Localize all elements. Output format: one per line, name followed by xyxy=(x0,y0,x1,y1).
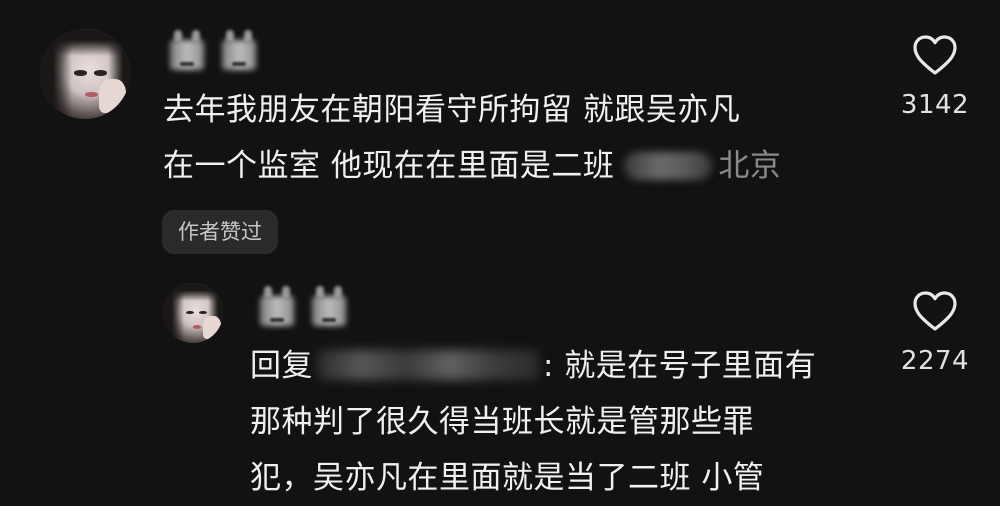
like-button[interactable]: 2274 xyxy=(890,290,980,376)
username-redacted[interactable] xyxy=(258,286,348,326)
comment-line: 那种判了很久得当班长就是管那些罪 xyxy=(250,404,754,440)
username-redacted[interactable] xyxy=(168,30,258,70)
like-count: 2274 xyxy=(900,346,970,376)
reply-body: 回复: 就是在号子里面有 那种判了很久得当班长就是管那些罪 犯，吴亦凡在里面就是… xyxy=(250,338,816,506)
comment-line: 在一个监室 他现在在里面是二班 北京 xyxy=(163,148,782,184)
comment-line: 回复: 就是在号子里面有 xyxy=(250,348,817,384)
author-liked-badge: 作者赞过 xyxy=(162,210,278,254)
reply-target-redacted[interactable] xyxy=(317,350,539,380)
avatar[interactable] xyxy=(163,283,223,343)
like-count: 3142 xyxy=(900,90,970,120)
location-label: 北京 xyxy=(718,148,782,184)
comment-line: 犯，吴亦凡在里面就是当了二班 小管 xyxy=(250,460,765,496)
heart-outline-icon xyxy=(913,35,957,75)
heart-outline-icon xyxy=(913,291,957,331)
like-button[interactable]: 3142 xyxy=(890,34,980,120)
comment-line: 去年我朋友在朝阳看守所拘留 就跟吴亦凡 xyxy=(163,92,741,128)
ip-redacted xyxy=(624,152,713,180)
reply-prefix: 回复 xyxy=(250,348,313,384)
avatar[interactable] xyxy=(40,29,130,119)
comment-body: 去年我朋友在朝阳看守所拘留 就跟吴亦凡 在一个监室 他现在在里面是二班 北京 xyxy=(163,82,781,194)
